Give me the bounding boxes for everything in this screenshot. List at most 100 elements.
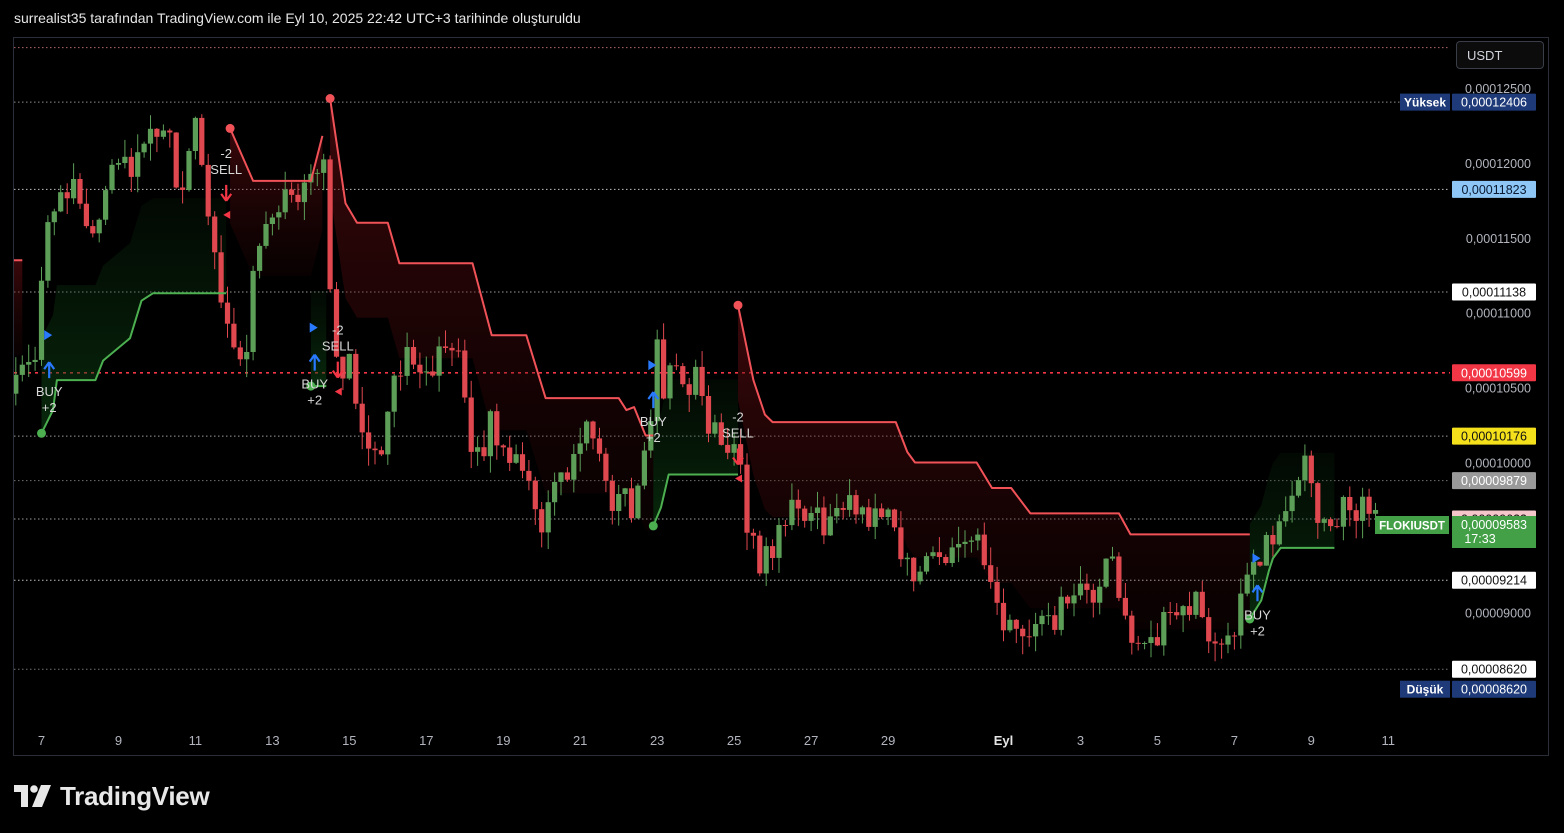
candle-body: [231, 323, 237, 348]
candle-body: [14, 374, 19, 394]
candle-body: [1167, 612, 1173, 613]
candle-body: [725, 444, 731, 453]
candle-body: [32, 359, 38, 362]
candle-body: [673, 365, 679, 367]
x-tick-label: 5: [1154, 733, 1161, 748]
candle-body: [526, 470, 532, 481]
sell-signal-label: SELL: [210, 162, 242, 177]
candle-body: [19, 364, 25, 375]
candle-body: [500, 445, 506, 448]
candle-body: [462, 350, 468, 398]
candle-body: [1058, 596, 1064, 630]
candle-body: [1116, 556, 1122, 598]
buy-signal-label: BUY: [1244, 607, 1271, 622]
candle-body: [814, 507, 821, 513]
candle-body: [1000, 602, 1007, 631]
trail-fill: [14, 98, 1335, 630]
bearish-zone-fill: [738, 305, 1250, 630]
price-tag-label: Yüksek: [1404, 96, 1446, 110]
candle-body: [359, 403, 365, 433]
candle-body: [609, 480, 615, 511]
candle-body: [1186, 606, 1193, 615]
candle-body: [513, 454, 519, 463]
candle-body: [891, 509, 898, 528]
sell-signal-label: SELL: [322, 339, 354, 354]
candle-body: [770, 546, 776, 558]
x-tick-label: 3: [1077, 733, 1084, 748]
candle-body: [423, 371, 429, 373]
candle-body: [802, 508, 808, 521]
candle-body: [147, 128, 154, 144]
sell-trail-dot: [733, 300, 743, 310]
candle-body: [962, 541, 968, 544]
price-marker-label: 0,00011138: [1462, 286, 1526, 300]
candle-body: [1366, 496, 1372, 514]
candle-body: [1263, 535, 1269, 566]
candle-body: [1154, 637, 1160, 646]
candle-body: [180, 187, 186, 190]
candle-body: [90, 226, 96, 234]
buy-signal-label: BUY: [301, 377, 328, 392]
sell-trail-dot: [225, 123, 235, 133]
candle-body: [712, 422, 718, 434]
candle-body: [1238, 593, 1244, 636]
currency-selector[interactable]: USDT: [1456, 41, 1544, 69]
candle-body: [885, 509, 891, 517]
candle-body: [930, 552, 936, 557]
sell-signal-label: SELL: [722, 426, 754, 441]
price-marker-label: 0,00012406: [1461, 96, 1527, 110]
candle-body: [410, 347, 417, 365]
candle-body: [956, 544, 962, 548]
price-marker-label: 0,00008620: [1461, 683, 1527, 697]
candle-body: [968, 540, 974, 542]
candle-body: [257, 245, 263, 271]
candle-body: [1045, 615, 1051, 617]
candle-body: [628, 488, 635, 519]
candle-body: [160, 130, 166, 137]
buy-signal-value: +2: [1250, 623, 1265, 638]
tradingview-logo-text: TradingView: [60, 780, 210, 811]
candle-body: [1347, 497, 1353, 511]
bullish-zone-fill: [41, 198, 227, 434]
x-tick-label: 27: [804, 733, 818, 748]
y-tick-label: 0,00010000: [1465, 457, 1531, 471]
price-marker-label: 0,00009214: [1461, 574, 1527, 588]
candle-body: [988, 565, 994, 582]
x-tick-label: 9: [115, 733, 122, 748]
price-marker-label: 0,00009879: [1461, 474, 1527, 488]
price-chart[interactable]: BUY+2-2SELLBUY+2-2SELLBUY+2-2SELLBUY+2 0…: [0, 0, 1564, 833]
candle-body: [282, 189, 288, 213]
candle-body: [782, 525, 788, 526]
price-marker-label: 0,00010176: [1461, 430, 1527, 444]
candle-body: [1276, 521, 1282, 545]
candle-body: [7, 379, 12, 394]
y-tick-label: 0,00011000: [1466, 307, 1531, 321]
x-tick-label: 13: [265, 733, 279, 748]
candle-body: [1161, 612, 1167, 646]
candle-body: [757, 535, 763, 574]
candle-body: [1090, 589, 1096, 603]
candle-body: [1071, 595, 1077, 604]
candle-body: [866, 507, 872, 527]
candle-body: [1257, 561, 1263, 566]
candle-body: [904, 557, 910, 560]
candle-body: [475, 447, 481, 452]
candle-body: [1026, 636, 1032, 638]
candle-body: [731, 444, 737, 453]
candle-body: [167, 130, 173, 133]
candle-body: [1251, 561, 1257, 575]
candle-body: [834, 508, 840, 517]
candle-body: [949, 547, 955, 563]
candle-body: [1225, 635, 1231, 645]
candle-body: [321, 159, 327, 173]
candle-body: [436, 346, 442, 376]
candle-body: [45, 222, 51, 281]
candle-body: [853, 495, 859, 515]
bearish-zone-fill: [230, 128, 323, 276]
candle-body: [1193, 591, 1199, 615]
candle-body: [314, 172, 320, 174]
x-tick-label: 15: [342, 733, 356, 748]
candle-body: [776, 525, 782, 558]
candle-body: [1135, 642, 1141, 644]
sell-signal-value: -2: [332, 323, 344, 338]
